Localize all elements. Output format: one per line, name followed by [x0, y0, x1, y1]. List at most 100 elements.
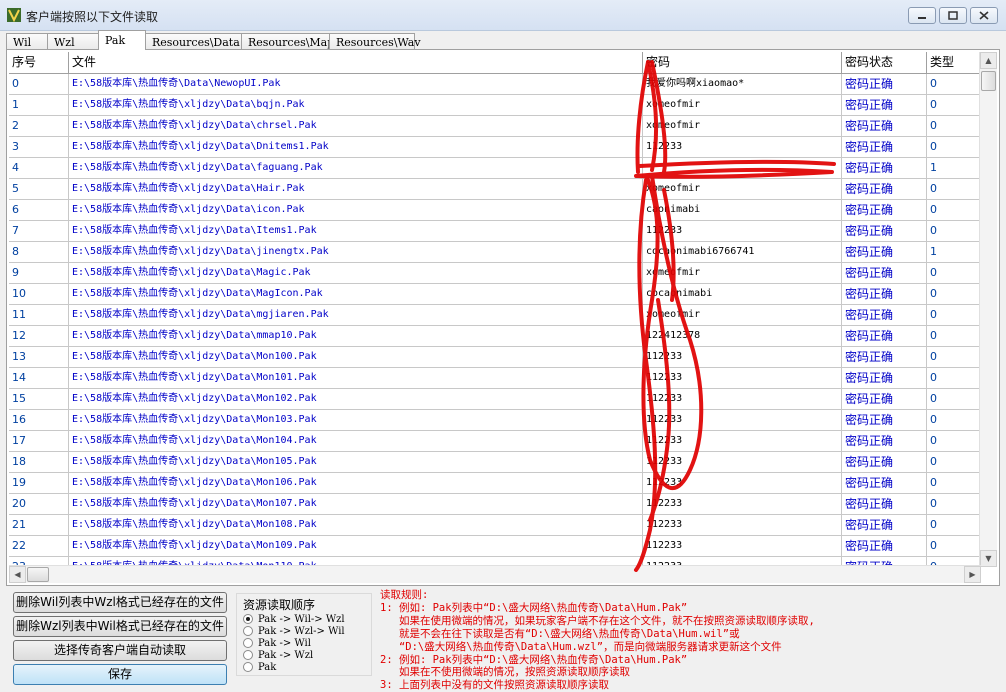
row-number: 3 — [9, 137, 69, 157]
tab-wil[interactable]: Wil — [6, 33, 48, 50]
column-header-status[interactable]: 密码状态 — [842, 52, 927, 73]
rules-line: 就是不会在往下读取是否有“D:\盛大网络\热血传奇\Data\Hum.wil”或 — [380, 627, 740, 640]
app-icon — [7, 8, 21, 23]
horizontal-scrollbar[interactable]: ◀ ▶ — [9, 565, 981, 583]
table-row[interactable]: 10 E:\58版本库\热血传奇\xljdzy\Data\MagIcon.Pak c… — [9, 284, 985, 305]
table-row[interactable]: 8 E:\58版本库\热血传奇\xljdzy\Data\jinengtx.Pak c… — [9, 242, 985, 263]
horizontal-scroll-thumb[interactable] — [27, 567, 49, 582]
row-type: 0 — [927, 431, 985, 451]
row-type: 0 — [927, 137, 985, 157]
auto-read-button[interactable]: 选择传奇客户端自动读取 — [13, 640, 227, 661]
row-type: 0 — [927, 347, 985, 367]
row-password: 112233 — [643, 452, 842, 472]
table-row[interactable]: 9 E:\58版本库\热血传奇\xljdzy\Data\Magic.Pak xome… — [9, 263, 985, 284]
delete-wil-button[interactable]: 删除Wil列表中Wzl格式已经存在的文件 — [13, 592, 227, 613]
radio-label: Pak -> Wil-> Wzl — [258, 613, 345, 625]
table-row[interactable]: 5 E:\58版本库\热血传奇\xljdzy\Data\Hair.Pak xomeo… — [9, 179, 985, 200]
row-password: 112233 — [643, 389, 842, 409]
radio-icon[interactable] — [243, 638, 253, 648]
row-status: 密码正确 — [842, 368, 927, 388]
row-type: 0 — [927, 116, 985, 136]
row-type: 0 — [927, 410, 985, 430]
radio-option-pak-wzl-wil[interactable]: Pak -> Wzl-> Wil — [243, 625, 345, 637]
save-button[interactable]: 保存 — [13, 664, 227, 685]
table-row[interactable]: 20 E:\58版本库\热血传奇\xljdzy\Data\Mon107.Pak 11… — [9, 494, 985, 515]
row-type: 0 — [927, 263, 985, 283]
row-number: 17 — [9, 431, 69, 451]
radio-option-pak-wzl[interactable]: Pak -> Wzl — [243, 649, 313, 661]
window-title: 客户端按照以下文件读取 — [26, 10, 159, 24]
table-row[interactable]: 22 E:\58版本库\热血传奇\xljdzy\Data\Mon109.Pak 11… — [9, 536, 985, 557]
table-row[interactable]: 6 E:\58版本库\热血传奇\xljdzy\Data\icon.Pak caoni… — [9, 200, 985, 221]
tab-pak[interactable]: Pak — [98, 30, 146, 50]
table-row[interactable]: 11 E:\58版本库\热血传奇\xljdzy\Data\mgjiaren.Pak… — [9, 305, 985, 326]
read-rules-text: 读取规则: 1: 例如: Pak列表中“D:\盛大网络\热血传奇\Data\Hu… — [380, 589, 815, 692]
tab-bar: Wil Wzl Pak Resources\Data Resources\Map… — [6, 30, 421, 50]
vertical-scroll-thumb[interactable] — [981, 71, 996, 91]
row-number: 2 — [9, 116, 69, 136]
radio-option-pak-wil[interactable]: Pak -> Wil — [243, 637, 311, 649]
column-header-password[interactable]: 密码 — [643, 52, 842, 73]
table-row[interactable]: 4 E:\58版本库\热血传奇\xljdzy\Data\faguang.Pak 密码… — [9, 158, 985, 179]
row-password: xomeofmir — [643, 305, 842, 325]
table-row[interactable]: 16 E:\58版本库\热血传奇\xljdzy\Data\Mon103.Pak 11… — [9, 410, 985, 431]
table-row[interactable]: 3 E:\58版本库\热血传奇\xljdzy\Data\Dnitems1.Pak 1… — [9, 137, 985, 158]
table-row[interactable]: 21 E:\58版本库\热血传奇\xljdzy\Data\Mon108.Pak 11… — [9, 515, 985, 536]
radio-option-pak[interactable]: Pak — [243, 661, 276, 673]
table-row[interactable]: 12 E:\58版本库\热血传奇\xljdzy\Data\mmap10.Pak 12… — [9, 326, 985, 347]
radio-checked-icon[interactable] — [243, 614, 253, 624]
table-row[interactable]: 7 E:\58版本库\热血传奇\xljdzy\Data\Items1.Pak 112… — [9, 221, 985, 242]
table-row[interactable]: 2 E:\58版本库\热血传奇\xljdzy\Data\chrsel.Pak xom… — [9, 116, 985, 137]
file-table[interactable]: 序号 文件 密码 密码状态 类型 0 E:\58版本库\热血传奇\Data\New… — [9, 52, 985, 567]
radio-icon[interactable] — [243, 662, 253, 672]
maximize-button[interactable] — [939, 7, 967, 24]
scroll-down-icon[interactable]: ▼ — [980, 550, 997, 567]
row-file: E:\58版本库\热血传奇\xljdzy\Data\Mon109.Pak — [69, 536, 643, 556]
delete-wzl-button[interactable]: 删除Wzl列表中Wil格式已经存在的文件 — [13, 616, 227, 637]
row-status: 密码正确 — [842, 389, 927, 409]
rules-line: 如果在不使用微端的情况，按照资源读取顺序读取 — [380, 666, 630, 679]
radio-icon[interactable] — [243, 626, 253, 636]
vertical-scrollbar[interactable]: ▲ ▼ — [979, 52, 997, 567]
table-row[interactable]: 15 E:\58版本库\热血传奇\xljdzy\Data\Mon102.Pak 11… — [9, 389, 985, 410]
scroll-right-icon[interactable]: ▶ — [964, 566, 981, 583]
row-file: E:\58版本库\热血传奇\xljdzy\Data\Mon104.Pak — [69, 431, 643, 451]
table-row[interactable]: 14 E:\58版本库\热血传奇\xljdzy\Data\Mon101.Pak 11… — [9, 368, 985, 389]
row-number: 4 — [9, 158, 69, 178]
table-row[interactable]: 0 E:\58版本库\热血传奇\Data\NewopUI.Pak 我爱你吗啊xiao… — [9, 74, 985, 95]
table-row[interactable]: 17 E:\58版本库\热血传奇\xljdzy\Data\Mon104.Pak 11… — [9, 431, 985, 452]
row-status: 密码正确 — [842, 200, 927, 220]
row-file: E:\58版本库\热血传奇\xljdzy\Data\Mon103.Pak — [69, 410, 643, 430]
rules-line: 如果在使用微端的情况，如果玩家客户端不存在这个文件，就不在按照资源读取顺序读取, — [380, 614, 815, 627]
row-number: 8 — [9, 242, 69, 262]
column-header-file[interactable]: 文件 — [69, 52, 643, 73]
tab-resources-wav[interactable]: Resources\Wav — [329, 33, 421, 50]
table-row[interactable]: 19 E:\58版本库\热血传奇\xljdzy\Data\Mon106.Pak 11… — [9, 473, 985, 494]
close-button[interactable] — [970, 7, 998, 24]
radio-icon[interactable] — [243, 650, 253, 660]
row-file: E:\58版本库\热血传奇\xljdzy\Data\jinengtx.Pak — [69, 242, 643, 262]
row-file: E:\58版本库\热血传奇\xljdzy\Data\bqjn.Pak — [69, 95, 643, 115]
row-type: 0 — [927, 284, 985, 304]
column-header-type[interactable]: 类型 — [927, 52, 985, 73]
radio-label: Pak -> Wzl — [258, 649, 314, 661]
tab-wzl[interactable]: Wzl — [47, 33, 99, 50]
radio-option-pak-wil-wzl[interactable]: Pak -> Wil-> Wzl — [243, 613, 345, 625]
row-status: 密码正确 — [842, 116, 927, 136]
table-row[interactable]: 18 E:\58版本库\热血传奇\xljdzy\Data\Mon105.Pak 11… — [9, 452, 985, 473]
column-header-no[interactable]: 序号 — [9, 52, 69, 73]
row-password: cocaonimabi6766741 — [643, 242, 842, 262]
tab-resources-map[interactable]: Resources\Map — [241, 33, 334, 50]
scroll-up-icon[interactable]: ▲ — [980, 52, 997, 69]
minimize-button[interactable] — [908, 7, 936, 24]
table-row[interactable]: 13 E:\58版本库\热血传奇\xljdzy\Data\Mon100.Pak 11… — [9, 347, 985, 368]
tab-resources-data[interactable]: Resources\Data — [145, 33, 242, 50]
row-password: 112233 — [643, 137, 842, 157]
row-file: E:\58版本库\热血传奇\xljdzy\Data\Mon100.Pak — [69, 347, 643, 367]
row-number: 11 — [9, 305, 69, 325]
row-file: E:\58版本库\热血传奇\xljdzy\Data\Mon106.Pak — [69, 473, 643, 493]
table-row[interactable]: 1 E:\58版本库\热血传奇\xljdzy\Data\bqjn.Pak xomeo… — [9, 95, 985, 116]
scroll-left-icon[interactable]: ◀ — [9, 566, 26, 583]
row-number: 10 — [9, 284, 69, 304]
row-number: 14 — [9, 368, 69, 388]
